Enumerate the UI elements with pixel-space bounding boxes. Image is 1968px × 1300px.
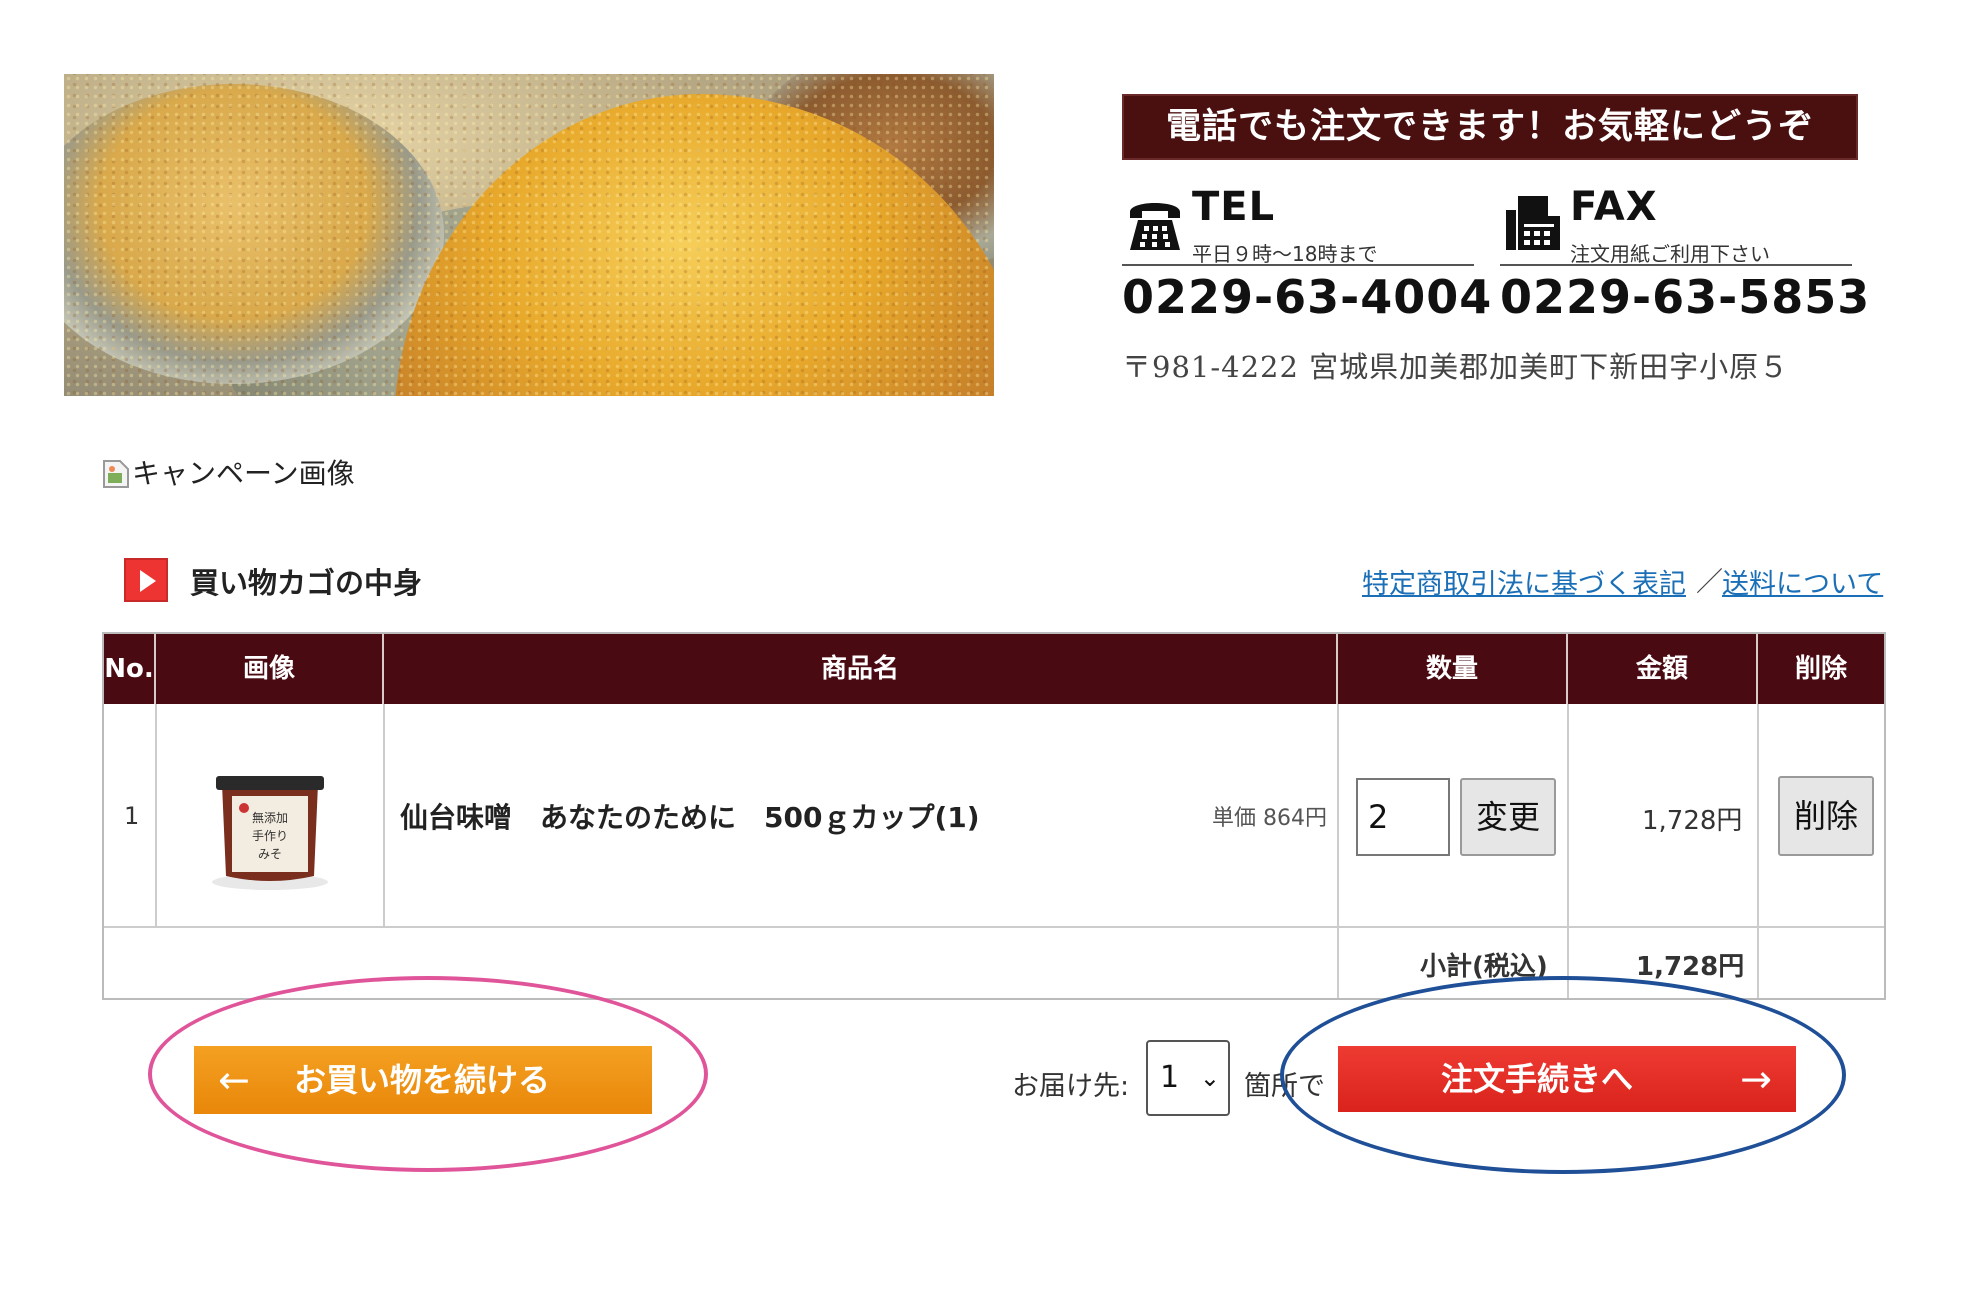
annotation-ellipse-blue bbox=[1280, 976, 1846, 1174]
shop-address: 〒981-4222 宮城県加美郡加美町下新田字小原５ bbox=[1122, 350, 1790, 384]
campaign-image: キャンペーン画像 bbox=[102, 452, 355, 492]
shipping-info-link[interactable]: 送料について bbox=[1722, 562, 1883, 601]
legal-notice-link[interactable]: 特定商取引法に基づく表記 bbox=[1362, 562, 1686, 601]
quantity-input[interactable] bbox=[1356, 778, 1450, 856]
hero-miso-image bbox=[64, 74, 994, 396]
unit-price: 単価 864円 bbox=[1212, 806, 1327, 831]
product-name[interactable]: 仙台味噌 あなたのために 500ｇカップ(1) bbox=[400, 796, 980, 836]
delivery-count-value: 1 bbox=[1160, 1060, 1180, 1095]
delete-item-button[interactable]: 削除 bbox=[1778, 776, 1874, 856]
tel-label: TEL bbox=[1192, 184, 1276, 230]
phone-icon bbox=[1130, 203, 1180, 250]
cart-title: 買い物カゴの中身 bbox=[190, 566, 423, 600]
col-header-no: No. bbox=[104, 634, 156, 704]
tel-number[interactable]: 0229-63-4004 bbox=[1122, 270, 1492, 324]
col-header-image: 画像 bbox=[156, 634, 384, 704]
line-amount: 1,728円 bbox=[1642, 806, 1743, 836]
col-header-delete: 削除 bbox=[1758, 634, 1884, 704]
col-header-product: 商品名 bbox=[384, 634, 1338, 704]
cart-table: No. 画像 商品名 数量 金額 削除 1 無添加 手作り みそ 仙台味噌 あな… bbox=[102, 632, 1886, 1000]
tel-hours: 平日９時～18時まで bbox=[1192, 242, 1378, 266]
fax-number: 0229-63-5853 bbox=[1500, 270, 1871, 324]
delivery-count-select[interactable]: 1 ⌄ bbox=[1146, 1040, 1230, 1116]
col-header-quantity: 数量 bbox=[1338, 634, 1568, 704]
label-line-1: 無添加 bbox=[252, 810, 288, 825]
subtotal-value: 1,728円 bbox=[1636, 952, 1745, 982]
label-line-3: みそ bbox=[258, 847, 282, 861]
delivery-prefix: お届け先: bbox=[1012, 1071, 1130, 1102]
fax-label: FAX bbox=[1570, 184, 1658, 230]
product-image[interactable]: 無添加 手作り みそ bbox=[194, 770, 346, 894]
fax-note: 注文用紙ご利用下さい bbox=[1570, 242, 1770, 266]
change-quantity-button[interactable]: 変更 bbox=[1460, 778, 1556, 856]
contact-banner: 電話でも注文できます！お気軽にどうぞ bbox=[1122, 94, 1858, 160]
label-line-2: 手作り bbox=[252, 829, 288, 843]
fax-icon bbox=[1506, 196, 1560, 250]
row-number: 1 bbox=[124, 802, 140, 830]
link-separator: ／ bbox=[1696, 567, 1723, 598]
col-header-amount: 金額 bbox=[1568, 634, 1758, 704]
chevron-down-icon: ⌄ bbox=[1199, 1064, 1220, 1092]
campaign-alt-text: キャンペーン画像 bbox=[132, 457, 355, 490]
broken-image-icon bbox=[103, 460, 129, 488]
annotation-ellipse-pink bbox=[148, 976, 708, 1172]
play-arrow-icon bbox=[124, 558, 168, 602]
